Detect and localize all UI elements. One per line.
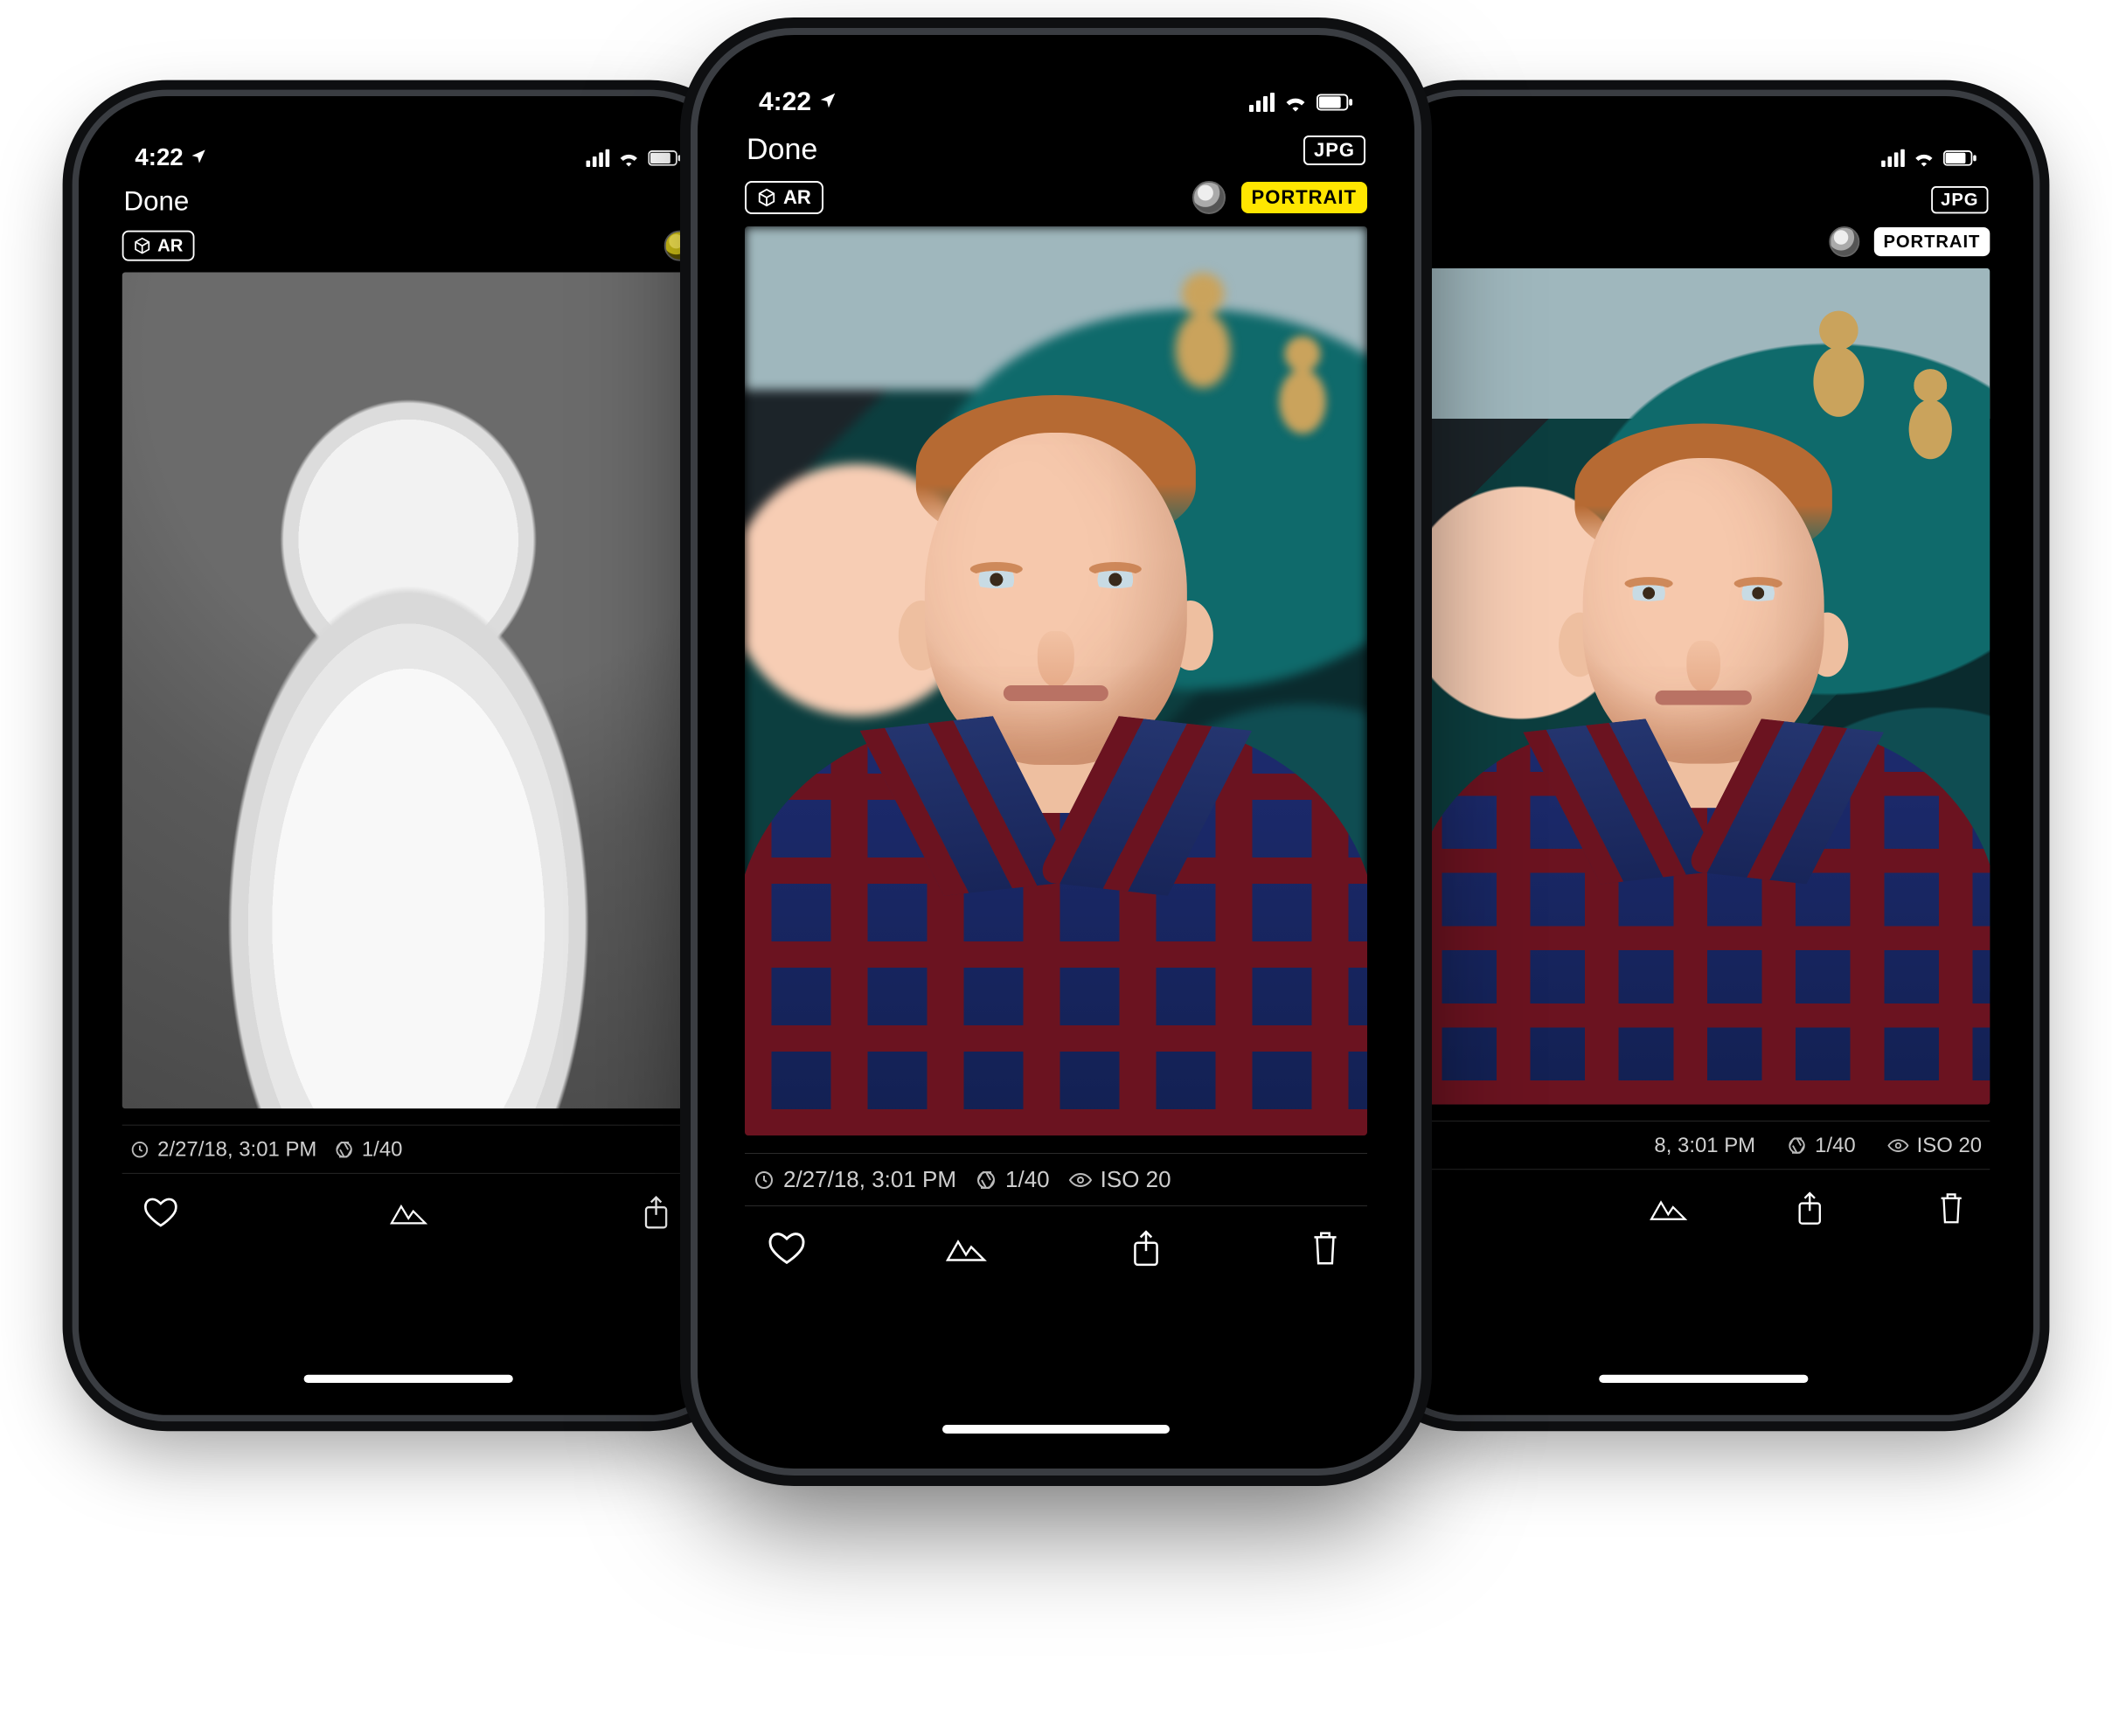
favorite-button[interactable] bbox=[762, 1231, 811, 1266]
cell-signal-icon bbox=[1249, 93, 1275, 112]
aperture-icon bbox=[976, 1170, 997, 1191]
clock-icon bbox=[130, 1140, 149, 1159]
metadata-row: 8, 3:01 PM 1/40 ISO 20 bbox=[1417, 1121, 1990, 1170]
status-time: 4:22 bbox=[759, 87, 811, 117]
nav-bar: JPG bbox=[1395, 182, 2013, 224]
cell-signal-icon bbox=[587, 149, 610, 167]
format-badge[interactable]: JPG bbox=[1931, 186, 1988, 213]
clock-icon bbox=[754, 1170, 775, 1191]
edit-button[interactable] bbox=[386, 1197, 431, 1229]
portrait-toggle-button[interactable]: PORTRAIT bbox=[1873, 227, 1990, 256]
screen: JPG PORTRAIT bbox=[1395, 117, 2013, 1394]
bottom-toolbar bbox=[720, 1206, 1392, 1276]
meta-shutter: 1/40 bbox=[1815, 1133, 1856, 1158]
battery-icon bbox=[648, 150, 682, 166]
notch bbox=[264, 96, 553, 142]
cell-signal-icon bbox=[1881, 149, 1905, 167]
photo-subject bbox=[1457, 402, 1949, 1105]
battery-icon bbox=[1943, 150, 1977, 166]
battery-icon bbox=[1317, 94, 1353, 111]
screen: 4:22 Done bbox=[100, 117, 718, 1394]
portrait-toggle-button[interactable]: PORTRAIT bbox=[1241, 182, 1367, 213]
metadata-row: 2/27/18, 3:01 PM 1/40 bbox=[122, 1125, 695, 1174]
meta-date: 2/27/18, 3:01 PM bbox=[157, 1136, 316, 1162]
tools-row: AR bbox=[100, 227, 718, 273]
ar-label: AR bbox=[157, 235, 183, 256]
meta-iso: ISO 20 bbox=[1101, 1166, 1171, 1193]
nav-bar: Done JPG bbox=[720, 128, 1392, 177]
depth-toggle-button[interactable] bbox=[1192, 181, 1226, 214]
meta-shutter: 1/40 bbox=[362, 1136, 403, 1162]
meta-date: 2/27/18, 3:01 PM bbox=[783, 1166, 956, 1193]
delete-button[interactable] bbox=[1928, 1191, 1974, 1226]
home-indicator[interactable] bbox=[942, 1425, 1170, 1434]
edit-button[interactable] bbox=[1646, 1192, 1692, 1225]
location-arrow-icon bbox=[190, 144, 207, 171]
ar-button[interactable]: AR bbox=[122, 231, 195, 261]
aperture-icon bbox=[335, 1140, 354, 1159]
done-button[interactable]: Done bbox=[124, 186, 190, 218]
photo-preview[interactable] bbox=[122, 272, 695, 1108]
notch bbox=[1559, 96, 1848, 142]
delete-button[interactable] bbox=[1301, 1229, 1350, 1267]
bottom-toolbar bbox=[1395, 1170, 2013, 1234]
tools-row: PORTRAIT bbox=[1395, 223, 2013, 268]
wifi-icon bbox=[617, 149, 640, 167]
photo-preview[interactable] bbox=[745, 226, 1367, 1135]
phone-depth: 4:22 Done bbox=[79, 96, 738, 1415]
phone-portrait-on: 4:22 Done JPG bbox=[698, 35, 1414, 1469]
depth-toggle-button[interactable] bbox=[1829, 226, 1859, 257]
home-indicator[interactable] bbox=[1599, 1375, 1808, 1383]
cube-icon bbox=[757, 188, 776, 207]
wifi-icon bbox=[1283, 93, 1308, 112]
meta-shutter: 1/40 bbox=[1005, 1166, 1050, 1193]
depth-toggle-button[interactable] bbox=[664, 231, 695, 261]
meta-iso: ISO 20 bbox=[1917, 1133, 1982, 1158]
cube-icon bbox=[134, 237, 151, 254]
share-button[interactable] bbox=[1122, 1229, 1171, 1267]
location-arrow-icon bbox=[818, 87, 837, 117]
phone-portrait-off: JPG PORTRAIT bbox=[1374, 96, 2033, 1415]
tools-row: AR PORTRAIT bbox=[720, 177, 1392, 226]
home-indicator[interactable] bbox=[304, 1375, 513, 1383]
wifi-icon bbox=[1913, 149, 1935, 167]
favorite-button[interactable] bbox=[138, 1197, 184, 1229]
bottom-toolbar bbox=[100, 1174, 718, 1239]
meta-date: 8, 3:01 PM bbox=[1654, 1133, 1755, 1158]
ar-label: AR bbox=[783, 186, 811, 209]
edit-button[interactable] bbox=[941, 1231, 990, 1266]
format-badge[interactable]: JPG bbox=[1303, 135, 1365, 165]
eye-icon bbox=[1069, 1171, 1092, 1189]
eye-icon bbox=[1888, 1137, 1909, 1153]
done-button[interactable]: Done bbox=[747, 133, 817, 167]
status-time: 4:22 bbox=[135, 144, 183, 171]
nav-bar: Done bbox=[100, 182, 718, 227]
notch bbox=[899, 35, 1213, 86]
aperture-icon bbox=[1788, 1135, 1807, 1155]
photo-preview[interactable] bbox=[1417, 268, 1990, 1105]
share-button[interactable] bbox=[1787, 1191, 1832, 1226]
metadata-row: 2/27/18, 3:01 PM 1/40 ISO 20 bbox=[745, 1153, 1367, 1206]
photo-subject bbox=[789, 372, 1323, 1135]
screen: 4:22 Done JPG bbox=[720, 58, 1392, 1446]
share-button[interactable] bbox=[634, 1195, 679, 1230]
ar-button[interactable]: AR bbox=[745, 181, 823, 214]
